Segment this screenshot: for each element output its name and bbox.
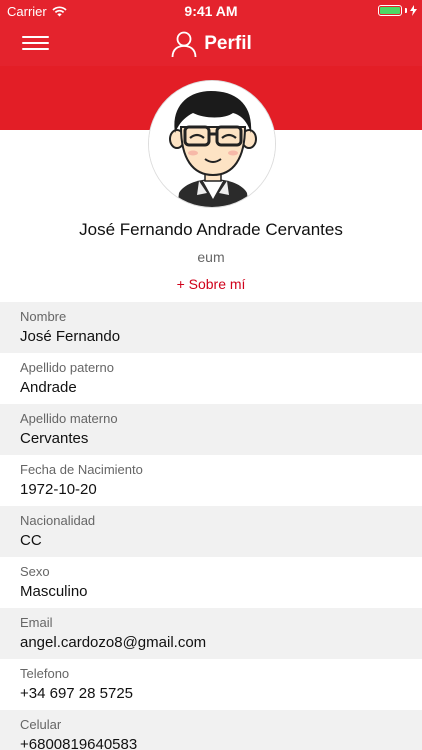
field-value: +34 697 28 5725 bbox=[20, 685, 134, 702]
field-value: CC bbox=[20, 532, 42, 549]
user-icon bbox=[171, 31, 197, 58]
field-label: Celular bbox=[20, 717, 62, 732]
field-row-fecha-nacimiento: Fecha de Nacimiento 1972-10-20 bbox=[0, 455, 422, 506]
field-label: Nombre bbox=[20, 309, 67, 324]
about-me-link[interactable]: + Sobre mí bbox=[0, 276, 422, 292]
clock: 9:41 AM bbox=[184, 3, 238, 19]
nav-title: Perfil bbox=[0, 30, 422, 58]
field-label: Nacionalidad bbox=[20, 513, 96, 528]
nav-bar: Perfil bbox=[0, 22, 422, 66]
profile-name: José Fernando Andrade Cervantes bbox=[79, 220, 343, 239]
field-value: angel.cardozo8@gmail.com bbox=[20, 634, 207, 651]
field-row-nombre: Nombre José Fernando bbox=[0, 302, 422, 353]
page-title: Perfil bbox=[204, 33, 252, 54]
field-value: Andrade bbox=[20, 379, 77, 396]
field-row-apellido-paterno: Apellido paterno Andrade bbox=[0, 353, 422, 404]
status-bar: Carrier 9:41 AM bbox=[0, 0, 422, 22]
avatar-illustration bbox=[149, 81, 275, 207]
field-row-apellido-materno: Apellido materno Cervantes bbox=[0, 404, 422, 455]
avatar[interactable] bbox=[148, 80, 276, 208]
field-value: +6800819640583 bbox=[20, 736, 138, 750]
field-label: Apellido materno bbox=[20, 411, 118, 426]
field-row-telefono: Telefono +34 697 28 5725 bbox=[0, 659, 422, 710]
field-label: Apellido paterno bbox=[20, 360, 114, 375]
profile-subtitle: eum bbox=[197, 249, 225, 265]
field-label: Fecha de Nacimiento bbox=[20, 462, 143, 477]
charging-icon bbox=[410, 5, 417, 16]
field-value: 1972-10-20 bbox=[20, 481, 97, 498]
field-row-celular: Celular +6800819640583 bbox=[0, 710, 422, 750]
field-value: José Fernando bbox=[20, 328, 121, 345]
field-value: Cervantes bbox=[20, 430, 89, 447]
field-label: Sexo bbox=[20, 564, 50, 579]
field-value: Masculino bbox=[20, 583, 88, 600]
field-row-email: Email angel.cardozo8@gmail.com bbox=[0, 608, 422, 659]
field-row-sexo: Sexo Masculino bbox=[0, 557, 422, 608]
field-row-nacionalidad: Nacionalidad CC bbox=[0, 506, 422, 557]
field-label: Email bbox=[20, 615, 53, 630]
profile-fields-list: Nombre José Fernando Apellido paterno An… bbox=[0, 302, 422, 750]
field-label: Telefono bbox=[20, 666, 70, 681]
battery-icon bbox=[378, 5, 417, 16]
